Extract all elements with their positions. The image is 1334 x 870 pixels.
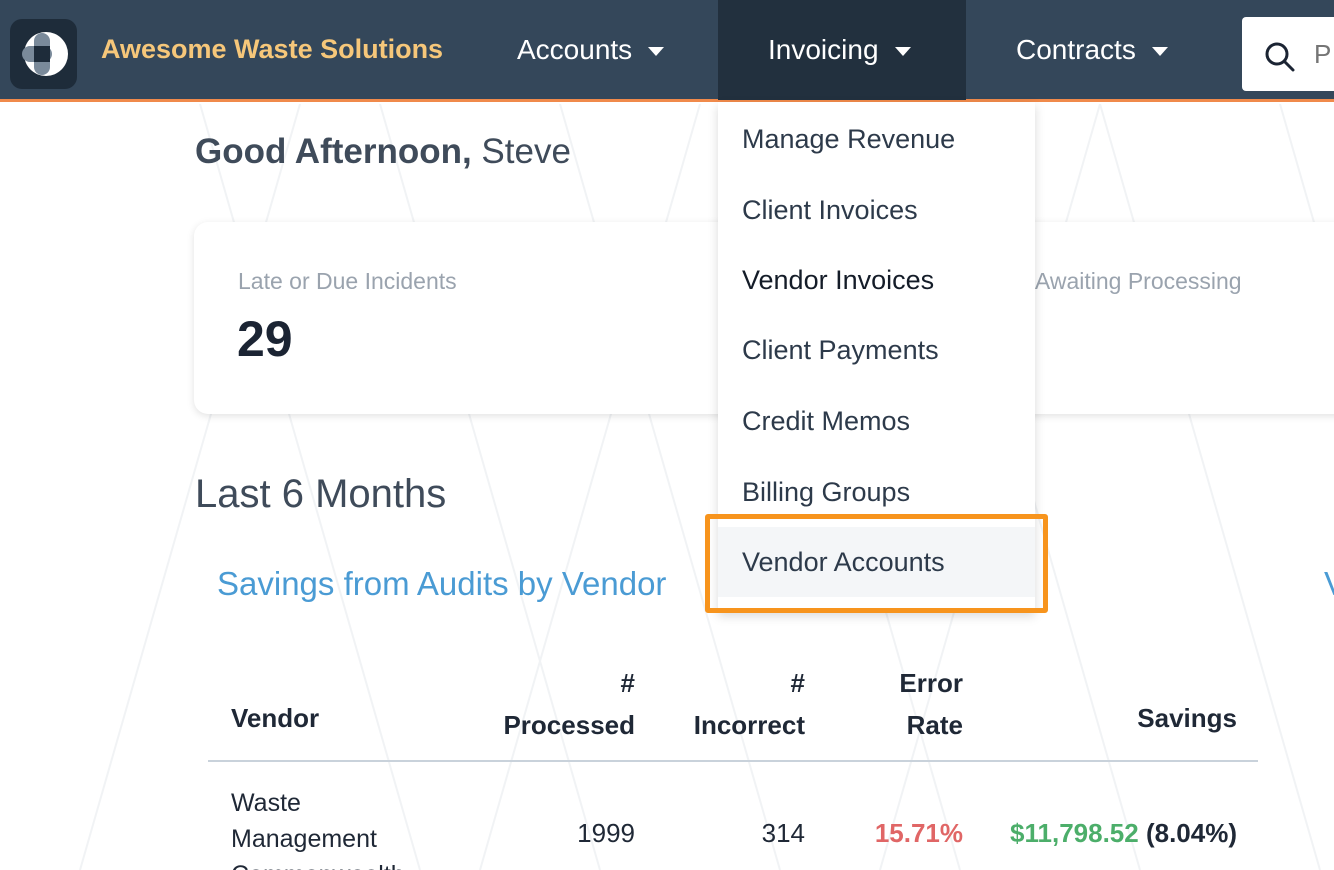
chevron-down-icon — [894, 46, 911, 56]
menu-item-client-invoices[interactable]: Client Invoices — [718, 175, 1035, 245]
table-cell-processed: 1999 — [577, 818, 635, 848]
late-incidents-label: Late or Due Incidents — [238, 268, 457, 294]
nav-invoicing-label: Invoicing — [768, 34, 879, 65]
column-header-incorrect-label: Incorrect — [693, 710, 805, 740]
search-input[interactable] — [1314, 37, 1334, 71]
nav-accounts[interactable]: Accounts — [517, 0, 665, 100]
search-box[interactable] — [1242, 17, 1334, 91]
second-chart-title: V — [1324, 565, 1334, 603]
column-header-vendor[interactable]: Vendor — [231, 703, 319, 734]
table-row-vendor: Waste Management Commonwealth — [231, 785, 431, 870]
column-header-error-rate[interactable]: Error Rate — [880, 662, 963, 746]
search-icon — [1265, 42, 1295, 72]
table-cell-incorrect: 314 — [761, 818, 805, 848]
table-cell-savings: $11,798.52 (8.04%) — [960, 818, 1237, 849]
vendor-name-line: Commonwealth — [231, 857, 431, 870]
column-header-processed-label: Processed — [503, 710, 635, 740]
chevron-down-icon — [648, 46, 665, 56]
column-header-processed[interactable]: # Processed — [501, 662, 635, 746]
menu-item-manage-revenue[interactable]: Manage Revenue — [718, 104, 1035, 174]
nav-invoicing[interactable]: Invoicing — [718, 0, 966, 100]
column-header-incorrect-top: # — [790, 668, 805, 698]
nav-contracts-label: Contracts — [1016, 34, 1136, 65]
late-incidents-value[interactable]: 29 — [237, 310, 293, 368]
savings-chart-title: Savings from Audits by Vendor — [217, 565, 667, 602]
menu-item-vendor-accounts[interactable]: Vendor Accounts — [718, 527, 1035, 597]
section-title: Last 6 Months — [195, 472, 447, 516]
logo-icon[interactable] — [10, 19, 77, 89]
menu-item-vendor-invoices[interactable]: Vendor Invoices — [718, 245, 1035, 315]
column-header-error-label: Rate — [906, 710, 963, 740]
menu-item-billing-groups[interactable]: Billing Groups — [718, 457, 1035, 527]
column-header-error-top: Error — [899, 668, 963, 698]
greeting-name: Steve — [471, 132, 571, 171]
brand-name[interactable]: Awesome Waste Solutions — [101, 34, 443, 65]
savings-percent: (8.04%) — [1138, 818, 1237, 848]
greeting-salutation: Good Afternoon, — [195, 132, 472, 171]
table-header-divider — [208, 760, 1258, 762]
table-cell-error-rate: 15.71% — [874, 818, 963, 848]
savings-amount: $11,798.52 — [1010, 818, 1139, 848]
nav-contracts[interactable]: Contracts — [1016, 0, 1168, 100]
nav-accounts-label: Accounts — [517, 34, 633, 65]
invoicing-dropdown-menu: Manage Revenue Client Invoices Vendor In… — [718, 102, 1035, 612]
greeting: Good Afternoon, Steve — [195, 132, 571, 172]
column-header-processed-top: # — [620, 668, 635, 698]
column-header-savings[interactable]: Savings — [1100, 703, 1237, 734]
column-header-incorrect[interactable]: # Incorrect — [680, 662, 805, 746]
vendor-name-line: Management — [231, 825, 377, 853]
menu-item-client-payments[interactable]: Client Payments — [718, 315, 1035, 385]
menu-item-credit-memos[interactable]: Credit Memos — [718, 386, 1035, 456]
chevron-down-icon — [1151, 46, 1168, 56]
top-navbar: Awesome Waste Solutions Accounts Invoici… — [0, 0, 1334, 102]
vendor-name-line: Waste — [231, 789, 301, 817]
